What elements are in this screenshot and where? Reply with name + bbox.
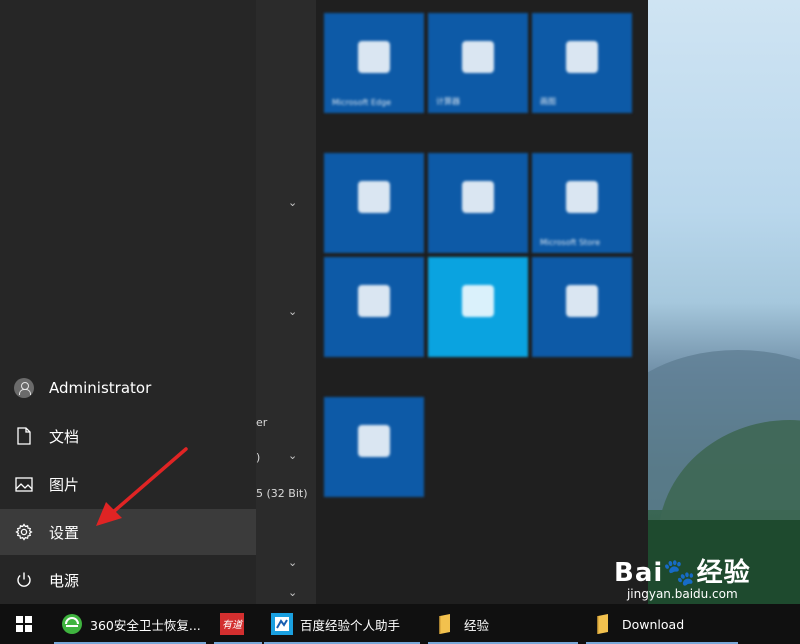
app-icon: [358, 181, 390, 213]
youdao-icon: 有道: [220, 612, 244, 636]
taskbar-item-label: 360安全卫士恢复...: [90, 617, 201, 633]
app-list-column: ⌄ ⌄ er ) ⌄ 5 (32 Bit) ⌄ ⌄: [256, 0, 316, 604]
settings-label: 设置: [49, 523, 80, 542]
settings-button[interactable]: 设置: [0, 509, 256, 555]
start-menu: Administrator 文档 图片 设置 电源 ⌄ ⌄ er) ⌄ 5 (…: [0, 0, 648, 604]
app-icon: [566, 285, 598, 317]
app-icon: [462, 181, 494, 213]
chevron-down-icon[interactable]: ⌄: [288, 586, 297, 599]
taskbar-item-label: 经验: [464, 617, 490, 633]
chevron-down-icon[interactable]: ⌄: [288, 196, 297, 209]
app-list-item-partial[interactable]: ): [256, 451, 260, 464]
taskbar-item-label: Download: [622, 616, 685, 632]
app-icon: [358, 425, 390, 457]
gear-icon: [0, 509, 48, 555]
app-list-item-partial[interactable]: 5 (32 Bit): [256, 487, 308, 500]
desktop-wallpaper: [648, 0, 800, 604]
user-avatar-wrap: [0, 365, 48, 411]
edge-icon: [358, 41, 390, 73]
pictures-label: 图片: [49, 475, 80, 494]
pictures-button[interactable]: 图片: [0, 461, 256, 507]
windows-icon: [16, 616, 32, 632]
documents-button[interactable]: 文档: [0, 413, 256, 459]
taskbar-item-folder-jingyan[interactable]: 经验: [428, 604, 578, 644]
tile-store[interactable]: Microsoft Store: [532, 153, 632, 253]
paint-icon: [566, 41, 598, 73]
svg-text:有道: 有道: [222, 619, 244, 631]
tile-app[interactable]: [324, 257, 424, 357]
watermark-main: Bai🐾经验: [614, 558, 751, 588]
tile-app[interactable]: [428, 257, 528, 357]
user-icon: [14, 378, 34, 398]
chevron-down-icon[interactable]: ⌄: [288, 556, 297, 569]
taskbar-item-youdao[interactable]: 有道: [214, 604, 262, 644]
tile-paint[interactable]: 画图: [532, 13, 632, 113]
app-list-item-partial[interactable]: er: [256, 416, 267, 429]
taskbar-item-label: 百度经验个人助手: [300, 617, 401, 633]
store-icon: [566, 181, 598, 213]
tile-label: Microsoft Store: [540, 238, 601, 247]
chevron-down-icon[interactable]: ⌄: [288, 305, 297, 318]
user-name: Administrator: [49, 379, 152, 397]
360-security-icon: [60, 612, 84, 636]
start-left-rail: Administrator 文档 图片 设置 电源: [0, 0, 256, 604]
taskbar-item-baidu-helper[interactable]: 百度经验个人助手: [264, 604, 420, 644]
start-button[interactable]: [0, 604, 48, 644]
baidu-helper-icon: [270, 612, 294, 636]
tile-edge[interactable]: Microsoft Edge: [324, 13, 424, 113]
tiles-area: Microsoft Edge 计算器 画图 Microsoft Store: [316, 0, 648, 604]
tile-label: 画图: [540, 97, 556, 106]
tile-label: 计算器: [436, 97, 460, 106]
tile-app[interactable]: [324, 153, 424, 253]
power-label: 电源: [49, 571, 80, 590]
folder-icon: [592, 612, 616, 636]
document-icon: [0, 413, 48, 459]
tile-calculator[interactable]: 计算器: [428, 13, 528, 113]
tile-app[interactable]: [428, 153, 528, 253]
picture-icon: [0, 461, 48, 507]
tile-app[interactable]: [324, 397, 424, 497]
tile-label: Microsoft Edge: [332, 98, 392, 107]
chevron-down-icon[interactable]: ⌄: [288, 449, 297, 462]
calculator-icon: [462, 41, 494, 73]
user-account-button[interactable]: Administrator: [0, 365, 256, 411]
baidu-watermark: Bai🐾经验 jingyan.baidu.com: [614, 552, 751, 601]
folder-icon: [434, 612, 458, 636]
taskbar-item-360[interactable]: 360安全卫士恢复...: [54, 604, 206, 644]
app-icon: [358, 285, 390, 317]
watermark-url: jingyan.baidu.com: [626, 587, 738, 601]
documents-label: 文档: [49, 427, 80, 446]
app-icon: [462, 285, 494, 317]
power-button[interactable]: 电源: [0, 557, 256, 603]
power-icon: [0, 557, 48, 603]
taskbar-item-folder-download[interactable]: Download: [586, 604, 738, 644]
taskbar: 360安全卫士恢复... 有道 百度经验个人助手 经验 Download: [0, 604, 800, 644]
tile-app[interactable]: [532, 257, 632, 357]
